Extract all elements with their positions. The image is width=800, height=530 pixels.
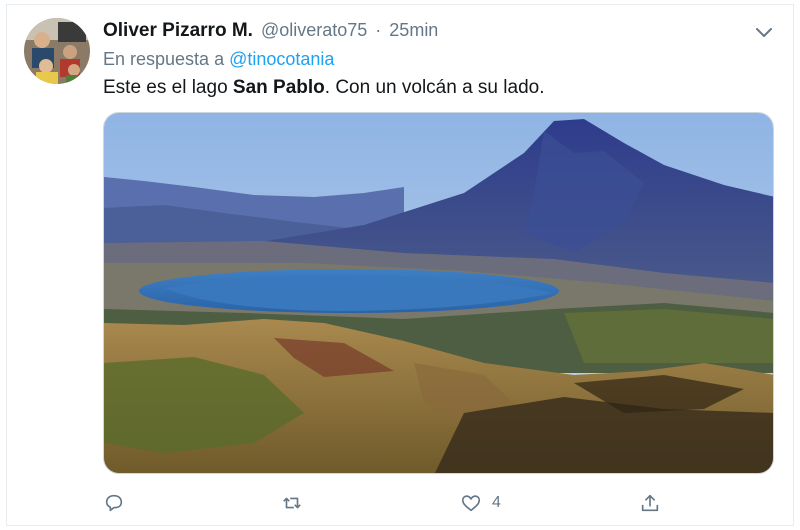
tweet-text: Este es el lago San Pablo. Con un volcán…: [103, 77, 544, 99]
retweet-button[interactable]: [281, 488, 303, 518]
avatar[interactable]: [24, 18, 90, 84]
share-icon: [641, 494, 659, 512]
tweet-header: Oliver Pizarro M. @oliverato75 · 25min: [103, 20, 438, 46]
reply-mention-link[interactable]: @tinocotania: [229, 49, 334, 69]
lake-volcano-photo: [104, 113, 773, 473]
share-button[interactable]: [639, 488, 661, 518]
chevron-down-icon[interactable]: [752, 22, 776, 42]
tweet-text-end: . Con un volcán a su lado.: [324, 77, 545, 98]
reply-prefix: En respuesta a: [103, 49, 225, 69]
tweet-actions: 4: [0, 488, 800, 518]
like-button[interactable]: 4: [460, 488, 501, 518]
reply-context: En respuesta a @tinocotania: [103, 49, 334, 70]
like-count: 4: [492, 494, 501, 511]
author-handle[interactable]: @oliverato75: [261, 20, 367, 41]
author-name[interactable]: Oliver Pizarro M.: [103, 20, 253, 42]
like-icon: [461, 495, 481, 512]
retweet-icon: [283, 497, 301, 509]
reply-button[interactable]: [103, 488, 125, 518]
separator-dot: ·: [375, 20, 382, 40]
reply-icon: [105, 494, 123, 512]
timestamp[interactable]: 25min: [389, 20, 438, 41]
tweet-text-bold: San Pablo: [232, 77, 325, 98]
tweet-text-start: Este es el lago: [103, 77, 233, 98]
tweet-photo[interactable]: [103, 112, 774, 474]
